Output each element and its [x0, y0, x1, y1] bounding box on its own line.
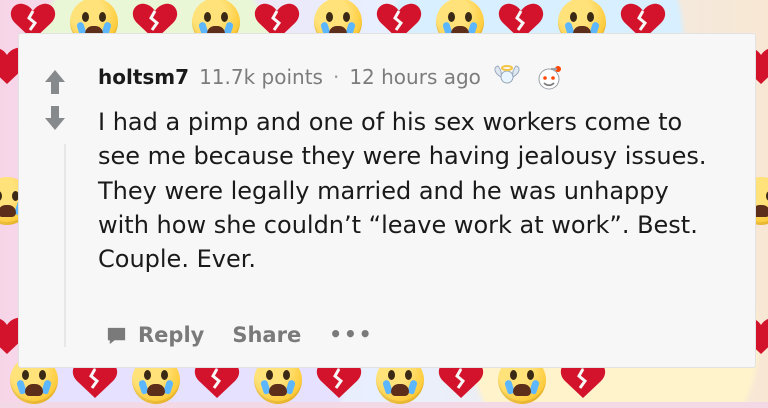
angel-wings-award-icon[interactable]	[491, 61, 523, 93]
upvote-arrow-icon[interactable]	[41, 68, 69, 96]
reply-button[interactable]: Reply	[105, 323, 204, 347]
points-count: 11.7k points	[199, 65, 323, 89]
share-button[interactable]: Share	[232, 323, 301, 347]
comment-content: holtsm7 11.7k points · 12 hours ago I ha…	[98, 61, 708, 277]
wholesome-award-icon[interactable]	[533, 61, 565, 93]
share-label: Share	[232, 323, 302, 347]
comment-body: I had a pimp and one of his sex workers …	[98, 108, 707, 274]
comment-meta: holtsm7 11.7k points · 12 hours ago	[98, 61, 708, 93]
reply-label: Reply	[138, 323, 205, 347]
username-link[interactable]: holtsm7	[98, 65, 189, 89]
timestamp[interactable]: 12 hours ago	[349, 65, 481, 89]
downvote-arrow-icon[interactable]	[41, 104, 69, 132]
comment-actions: Reply Share •••	[105, 322, 374, 347]
more-options-button[interactable]: •••	[329, 322, 373, 346]
meta-separator: ·	[332, 65, 340, 89]
vote-column	[41, 68, 69, 140]
comment-card: holtsm7 11.7k points · 12 hours ago I ha…	[18, 33, 756, 368]
thread-line	[64, 144, 66, 347]
speech-bubble-icon	[105, 324, 128, 347]
